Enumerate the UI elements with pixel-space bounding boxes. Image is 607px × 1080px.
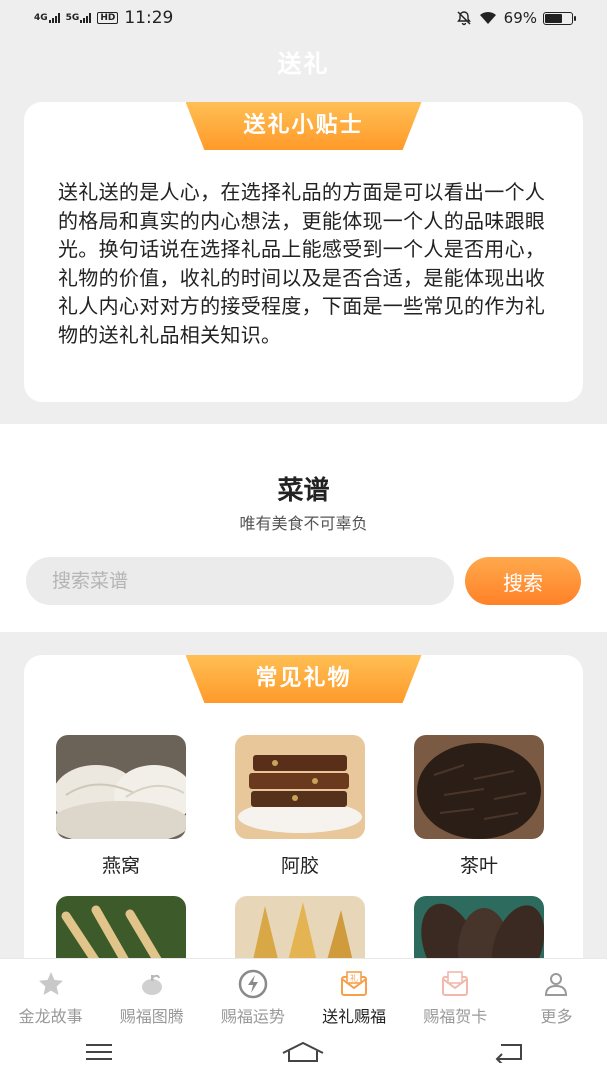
signal-5g-icon: 5G — [66, 13, 92, 23]
home-icon[interactable] — [281, 1041, 325, 1067]
tab-bar: 金龙故事 赐福图腾 赐福运势 礼 送礼赐福 赐福贺卡 更多 — [0, 958, 607, 1029]
tips-ribbon: 送礼小贴士 — [185, 102, 422, 150]
mute-icon — [456, 11, 471, 26]
page-title: 送礼 — [277, 50, 330, 78]
tab-gift-blessing[interactable]: 礼 送礼赐福 — [304, 959, 405, 1029]
birds-nest-image — [56, 735, 186, 839]
menu-icon[interactable] — [84, 1041, 114, 1067]
gift-name: 阿胶 — [280, 855, 319, 877]
search-button[interactable]: 搜索 — [465, 557, 581, 605]
hd-icon: HD — [97, 12, 119, 24]
tab-blessing-totem[interactable]: 赐福图腾 — [101, 959, 202, 1029]
back-icon[interactable] — [493, 1041, 523, 1067]
tab-blessing-card[interactable]: 赐福贺卡 — [405, 959, 506, 1029]
tab-more[interactable]: 更多 — [506, 959, 607, 1029]
system-nav-bar — [0, 1028, 607, 1080]
recipe-subtitle: 唯有美食不可辜负 — [239, 514, 368, 533]
pumpkin-icon — [137, 969, 167, 999]
svg-text:礼: 礼 — [350, 973, 358, 983]
gifts-card: 常见礼物 燕窝 阿胶 茶叶 — [24, 655, 583, 1000]
gift-item-birds-nest[interactable]: 燕窝 — [56, 735, 186, 878]
tab-label: 更多 — [540, 1007, 573, 1026]
tab-label: 赐福运势 — [220, 1007, 285, 1026]
tab-label: 金龙故事 — [18, 1007, 83, 1026]
tab-golden-dragon-story[interactable]: 金龙故事 — [0, 959, 101, 1029]
gifts-ribbon: 常见礼物 — [185, 655, 422, 703]
tips-card: 送礼小贴士 送礼送的是人心，在选择礼品的方面是可以看出一个人的格局和真实的内心想… — [24, 102, 583, 402]
tab-label: 送礼赐福 — [322, 1007, 387, 1026]
user-icon — [541, 969, 571, 999]
gift-item-tea[interactable]: 茶叶 — [414, 735, 544, 878]
gift-item-ejiao[interactable]: 阿胶 — [235, 735, 365, 878]
tab-label: 赐福贺卡 — [423, 1007, 488, 1026]
status-bar: 4G 5G HD 11:29 69% — [0, 0, 607, 36]
lightning-icon — [238, 969, 268, 999]
clock: 11:29 — [124, 8, 174, 28]
tab-blessing-fortune[interactable]: 赐福运势 — [202, 959, 303, 1029]
card-envelope-icon — [440, 969, 470, 999]
battery-percent: 69% — [503, 9, 537, 27]
star-icon — [36, 969, 66, 999]
wifi-icon — [479, 11, 496, 24]
tab-label: 赐福图腾 — [119, 1007, 184, 1026]
gift-name: 茶叶 — [459, 855, 498, 877]
tips-text: 送礼送的是人心，在选择礼品的方面是可以看出一个人的格局和真实的内心想法，更能体现… — [58, 180, 546, 347]
battery-icon — [543, 11, 576, 25]
header: 送礼 — [0, 40, 607, 90]
recipe-title: 菜谱 — [277, 476, 330, 506]
recipe-section: 菜谱 唯有美食不可辜负 搜索 — [0, 424, 607, 632]
ejiao-image — [235, 735, 365, 839]
tea-image — [414, 735, 544, 839]
search-input[interactable] — [26, 557, 454, 605]
gift-name: 燕窝 — [101, 855, 140, 877]
envelope-icon: 礼 — [339, 969, 369, 999]
signal-4g-icon: 4G — [34, 13, 60, 23]
